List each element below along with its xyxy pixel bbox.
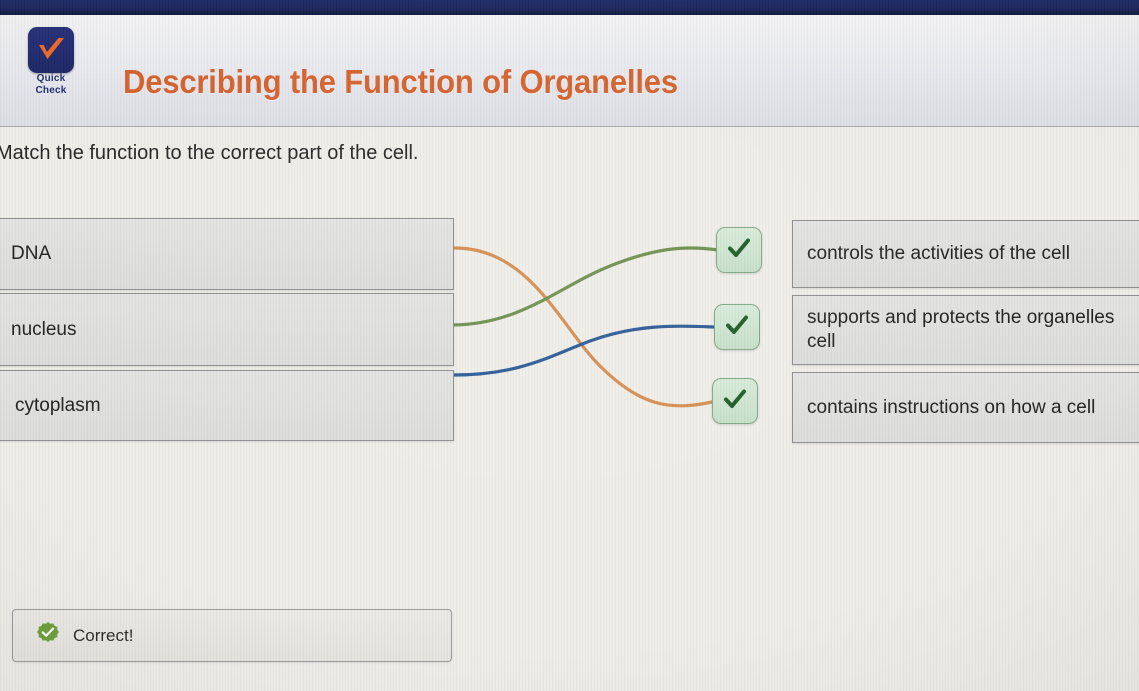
match-term-dna[interactable]: DNA — [0, 218, 454, 290]
check-mark-icon — [726, 235, 752, 266]
match-definition-label: supports and protects the organelles cel… — [807, 307, 1115, 352]
match-check-badge-2[interactable] — [714, 304, 760, 350]
match-check-badge-1[interactable] — [716, 227, 762, 273]
match-definition-contains-instructions[interactable]: contains instructions on how a cell — [792, 372, 1139, 443]
match-definition-supports-protects[interactable]: supports and protects the organelles cel… — [792, 295, 1139, 365]
check-mark-icon — [722, 386, 748, 417]
match-term-cytoplasm[interactable]: cytoplasm — [0, 370, 454, 441]
page-header: Quick Check Describing the Function of O… — [0, 15, 1139, 127]
match-definition-controls-activities[interactable]: controls the activities of the cell — [792, 220, 1139, 288]
logo-word-check: Check — [35, 85, 67, 96]
feedback-text: Correct! — [73, 625, 134, 645]
check-mark-icon — [724, 312, 750, 343]
match-term-nucleus[interactable]: nucleus — [0, 293, 454, 366]
match-definition-label: contains instructions on how a cell — [807, 396, 1096, 418]
page-title: Describing the Function of Organelles — [123, 63, 678, 100]
match-term-label: nucleus — [11, 318, 77, 340]
match-term-label: cytoplasm — [15, 394, 101, 416]
connector-line-nucleus — [450, 246, 720, 327]
logo-word-quick: Quick — [36, 73, 66, 84]
match-definition-label: controls the activities of the cell — [807, 243, 1070, 264]
match-check-badge-3[interactable] — [712, 378, 758, 424]
top-navy-bar — [0, 0, 1139, 15]
matching-activity: DNA nucleus cytoplasm controls the activ… — [0, 126, 1139, 691]
feedback-bar: Correct! — [12, 609, 452, 662]
logo-tile — [28, 27, 74, 73]
check-mark-icon — [28, 27, 74, 73]
check-circle-icon — [36, 621, 60, 650]
match-term-label: DNA — [11, 243, 52, 264]
quick-check-logo: Quick Check — [20, 27, 82, 97]
